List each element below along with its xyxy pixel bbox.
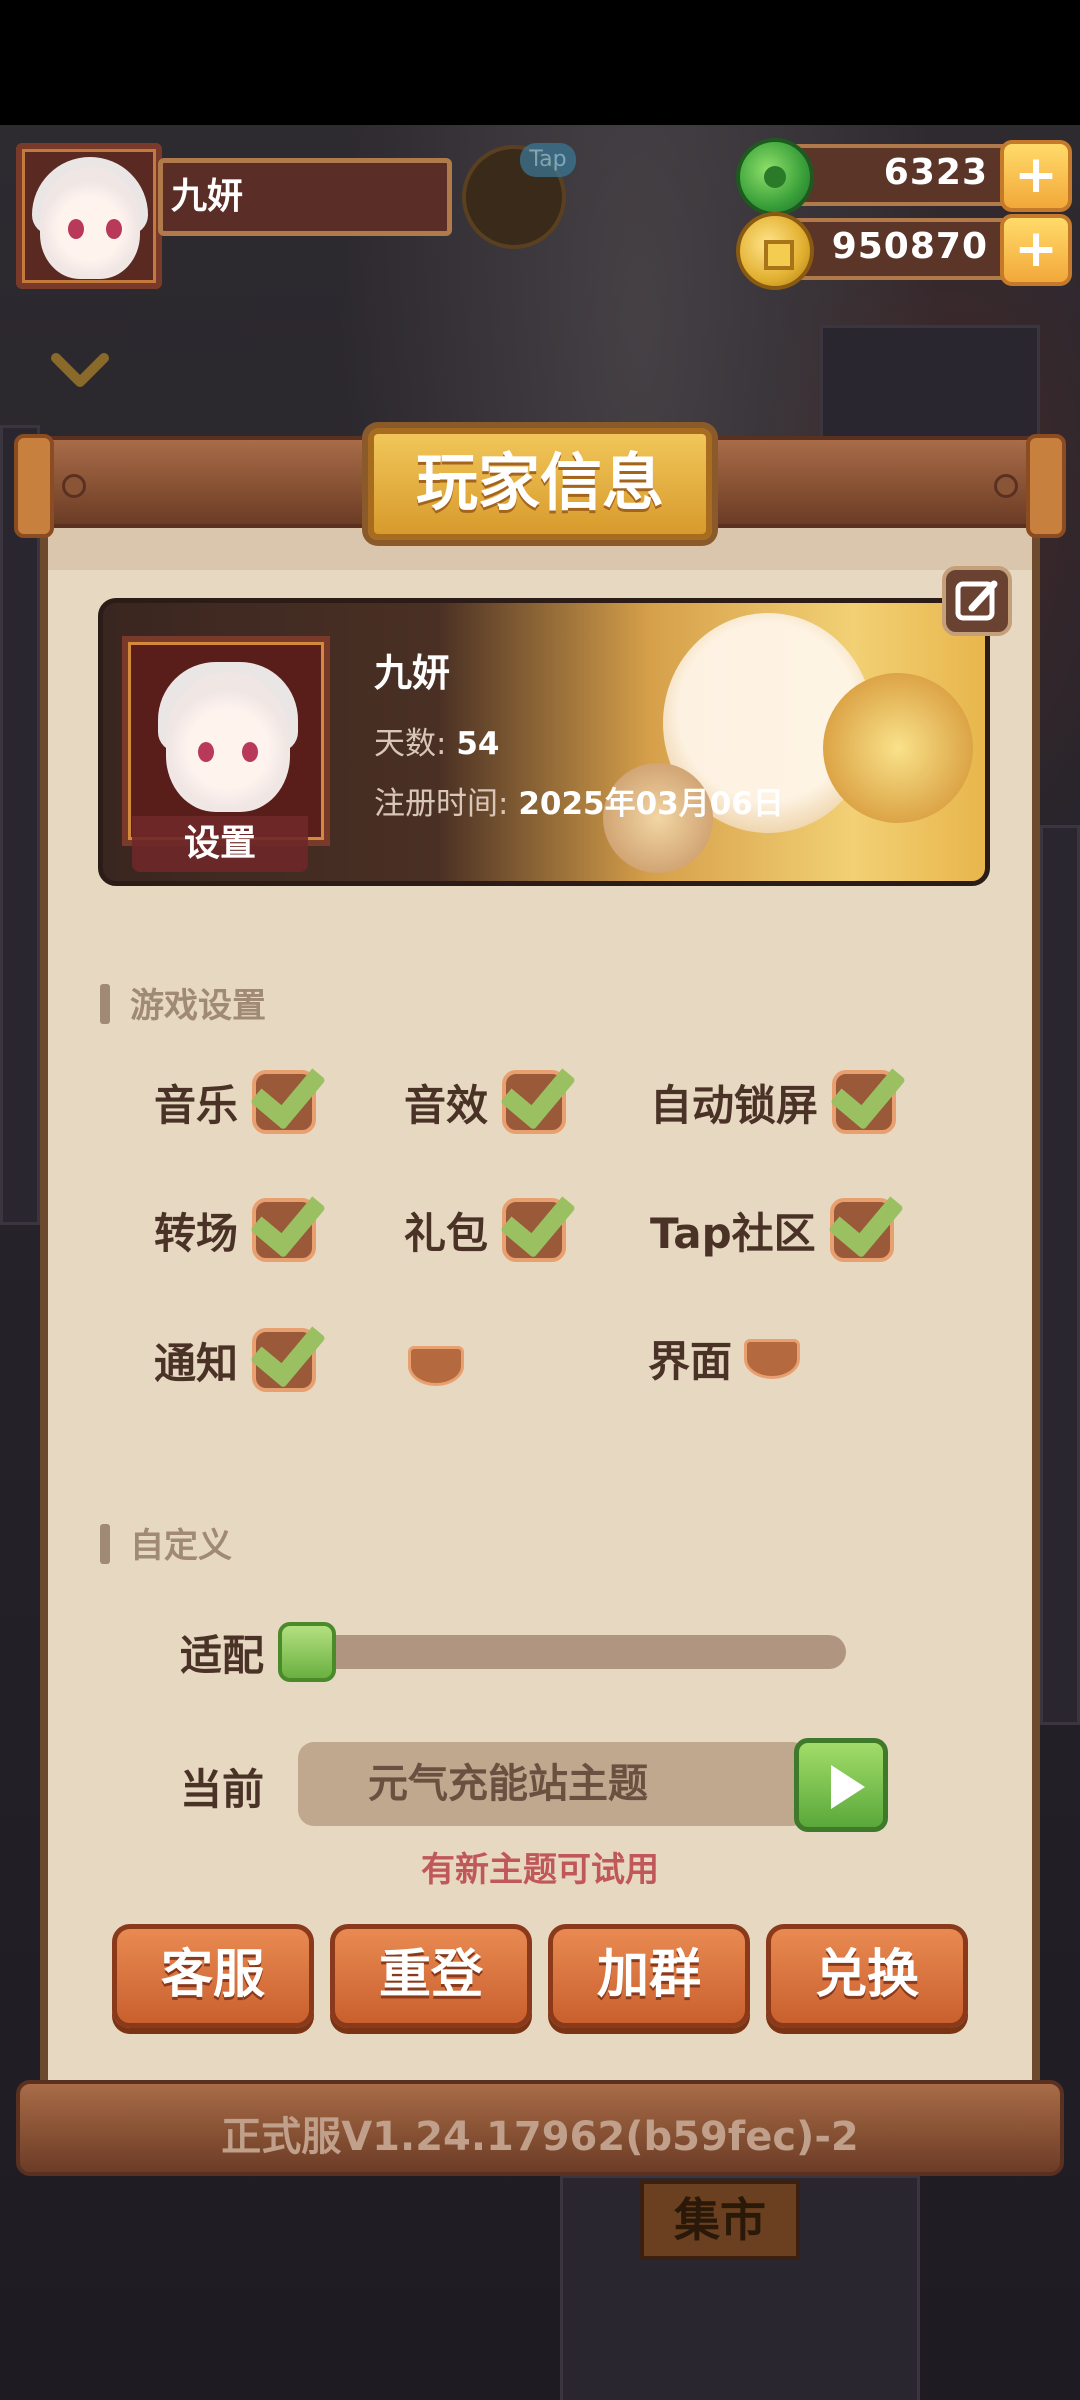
setting-notification[interactable]: 通知: [154, 1309, 327, 1392]
new-theme-hint: 有新主题可试用: [421, 1850, 659, 1890]
jade-amount: 6323: [883, 152, 988, 193]
checkbox-checked[interactable]: [249, 1051, 327, 1134]
fit-slider[interactable]: [290, 1635, 846, 1669]
checkbox-checked[interactable]: [499, 1179, 577, 1262]
panel-title: 玩家信息: [368, 428, 712, 540]
background-wall: [0, 425, 40, 1225]
dropdown-toggle[interactable]: [744, 1338, 801, 1379]
current-theme-field[interactable]: 元气充能站主题: [298, 1742, 808, 1826]
redeem-button[interactable]: 兑换: [766, 1924, 968, 2028]
game-settings-heading: 游戏设置: [100, 978, 266, 1027]
setting-label: 自动锁屏: [650, 1080, 819, 1130]
bottom-scroll-rod: 正式服V1.24.17962(b59fec)-2: [16, 2080, 1064, 2176]
edit-profile-button[interactable]: [942, 566, 1012, 636]
register-date: 2025年03月06日: [518, 786, 784, 822]
current-theme-label: 当前: [180, 1765, 265, 1814]
customer-service-button[interactable]: 客服: [112, 1924, 314, 2028]
avatar-settings-button[interactable]: 设置: [132, 816, 308, 872]
add-gold-button[interactable]: +: [1000, 214, 1072, 286]
add-jade-button[interactable]: +: [1000, 140, 1072, 212]
setting-label: Tap社区: [650, 1208, 816, 1258]
rod-cap: [14, 434, 54, 538]
profile-register-time: 注册时间: 2025年03月06日: [374, 778, 784, 823]
profile-name: 九妍: [374, 651, 451, 695]
avatar-eye: [242, 742, 258, 762]
setting-label: 通知: [154, 1338, 239, 1388]
join-group-button[interactable]: 加群: [548, 1924, 750, 2028]
setting-label: 礼包: [404, 1208, 489, 1258]
gold-amount: 950870: [831, 226, 988, 267]
setting-sound[interactable]: 音效: [404, 1051, 577, 1134]
chevron-down-icon[interactable]: [50, 350, 110, 390]
play-theme-button[interactable]: [794, 1738, 888, 1832]
profile-days: 天数: 54: [374, 718, 499, 763]
setting-transition[interactable]: 转场: [154, 1179, 327, 1262]
hud-avatar[interactable]: [16, 143, 162, 289]
banner-food-art: [823, 673, 973, 823]
setting-label: 转场: [154, 1208, 239, 1258]
setting-tap-community[interactable]: Tap社区: [650, 1179, 904, 1262]
avatar-eye: [68, 219, 84, 239]
version-label: 正式服V1.24.17962(b59fec)-2: [221, 2114, 859, 2160]
rod-nail: [994, 474, 1018, 498]
setting-label: 界面: [648, 1337, 733, 1386]
market-sign: 集市: [640, 2180, 800, 2260]
background-wall: [1040, 825, 1080, 1725]
rod-cap: [1026, 434, 1066, 538]
rod-nail: [62, 474, 86, 498]
jade-icon: [736, 138, 814, 216]
relogin-button[interactable]: 重登: [330, 1924, 532, 2028]
setting-label: 音乐: [154, 1080, 239, 1130]
gold-currency: 950870 +: [736, 212, 1072, 290]
gold-coin-icon: [736, 212, 814, 290]
fit-label: 适配: [180, 1631, 265, 1680]
setting-label: 音效: [404, 1080, 489, 1130]
tap-badge: Tap: [520, 143, 576, 177]
setting-gift[interactable]: 礼包: [404, 1179, 577, 1262]
fit-slider-handle[interactable]: [278, 1622, 336, 1682]
avatar-eye: [198, 742, 214, 762]
checkbox-checked[interactable]: [249, 1309, 327, 1392]
register-label: 注册时间:: [374, 786, 509, 822]
setting-unlabeled-dropdown[interactable]: [396, 1346, 464, 1386]
avatar-eye: [106, 219, 122, 239]
custom-heading: 自定义: [100, 1518, 232, 1567]
hud-player-name: 九妍: [158, 158, 452, 236]
setting-auto-lock[interactable]: 自动锁屏: [650, 1051, 907, 1134]
checkbox-checked[interactable]: [827, 1179, 904, 1262]
jade-currency: 6323 +: [736, 138, 1072, 216]
profile-avatar[interactable]: [122, 636, 330, 846]
setting-music[interactable]: 音乐: [154, 1051, 327, 1134]
days-value: 54: [456, 726, 500, 762]
avatar-face: [40, 167, 140, 279]
days-label: 天数:: [374, 726, 447, 762]
checkbox-checked[interactable]: [829, 1051, 907, 1134]
checkbox-checked[interactable]: [249, 1179, 327, 1262]
checkbox-checked[interactable]: [499, 1051, 577, 1134]
dropdown-toggle[interactable]: [408, 1346, 464, 1386]
edit-icon: [955, 580, 998, 621]
avatar-face: [166, 672, 290, 812]
setting-interface[interactable]: 界面: [648, 1328, 801, 1389]
